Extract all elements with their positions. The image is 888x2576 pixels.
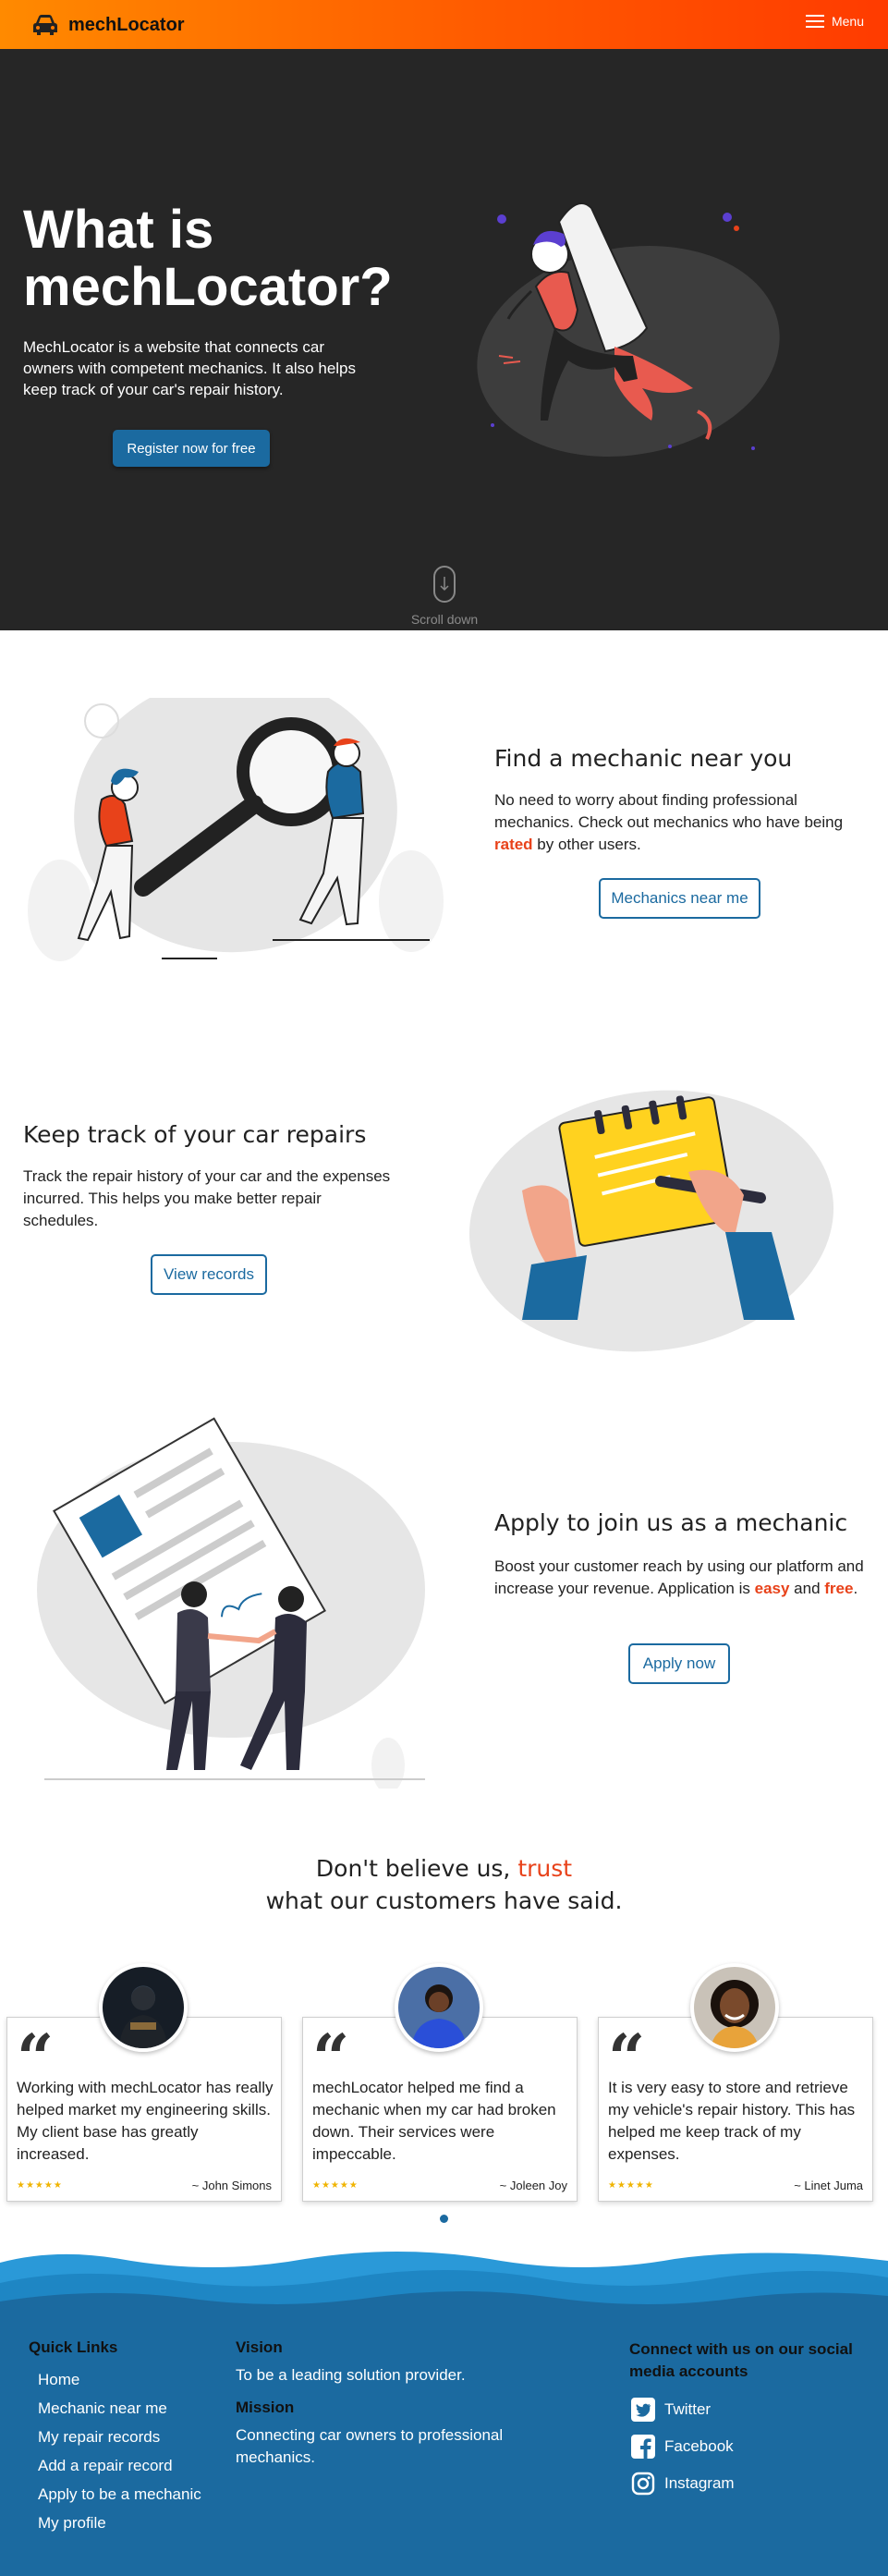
apply-now-button[interactable]: Apply now xyxy=(628,1643,730,1684)
find-heading: Find a mechanic near you xyxy=(494,745,793,772)
testimonial-author: ~ Linet Juma xyxy=(794,2179,863,2192)
twitter-link[interactable]: Twitter xyxy=(631,2398,735,2422)
scroll-down-label: Scroll down xyxy=(410,612,479,627)
register-button[interactable]: Register now for free xyxy=(113,430,270,467)
testimonials-heading-start: Don't believe us, xyxy=(315,1855,518,1882)
avatar xyxy=(690,1963,779,2052)
hero-description: MechLocator is a website that connects c… xyxy=(23,338,357,398)
instagram-icon xyxy=(631,2472,655,2496)
track-text: Track the repair history of your car and… xyxy=(23,1167,391,1229)
footer-link-my-repair-records[interactable]: My repair records xyxy=(38,2428,201,2447)
footer-link-home[interactable]: Home xyxy=(38,2371,201,2389)
find-text-start: No need to worry about finding professio… xyxy=(494,791,844,831)
social-title: Connect with us on our social media acco… xyxy=(629,2340,853,2380)
scroll-down-button[interactable] xyxy=(433,566,456,603)
testimonial-text: It is very easy to store and retrieve my… xyxy=(608,2079,856,2163)
footer-link-my-profile[interactable]: My profile xyxy=(38,2514,201,2533)
testimonial-author: ~ Joleen Joy xyxy=(499,2179,567,2192)
handshake-illustration xyxy=(37,1417,425,1789)
footer-link-mechanic-near-me[interactable]: Mechanic near me xyxy=(38,2399,201,2418)
mechanics-near-me-button[interactable]: Mechanics near me xyxy=(599,878,760,919)
mission-text: Connecting car owners to professional me… xyxy=(236,2426,504,2466)
apply-text-mid: and xyxy=(789,1580,825,1597)
quick-links-list: Home Mechanic near me My repair records … xyxy=(38,2371,201,2533)
rocket-illustration xyxy=(477,202,780,457)
track-heading: Keep track of your car repairs xyxy=(23,1121,367,1148)
person-photo xyxy=(119,1986,167,2048)
person-photo xyxy=(711,1980,759,2048)
notepad-illustration xyxy=(468,1090,834,1352)
vision-title: Vision xyxy=(236,2338,283,2356)
testimonial-text: mechLocator helped me find a mechanic wh… xyxy=(312,2079,556,2163)
facebook-link[interactable]: Facebook xyxy=(631,2435,735,2459)
avatar xyxy=(395,1963,483,2052)
social-links: Twitter Facebook Instagram xyxy=(631,2398,735,2496)
footer-link-apply-mechanic[interactable]: Apply to be a mechanic xyxy=(38,2485,201,2504)
star-rating: ★★★★★ xyxy=(17,2180,63,2191)
carousel-dot[interactable] xyxy=(440,2215,448,2223)
instagram-label: Instagram xyxy=(664,2474,735,2492)
find-text-highlight: rated xyxy=(494,836,533,853)
star-rating: ★★★★★ xyxy=(312,2180,359,2191)
avatar xyxy=(99,1963,188,2052)
facebook-icon xyxy=(631,2435,655,2459)
testimonials-heading: Don't believe us, trust what our custome… xyxy=(0,1852,888,1917)
search-illustration xyxy=(28,698,444,961)
menu-button[interactable]: Menu xyxy=(805,14,864,29)
hero-title-line2: mechLocator? xyxy=(23,257,393,317)
menu-label: Menu xyxy=(831,14,864,29)
mission-title: Mission xyxy=(236,2399,295,2416)
quick-links-title: Quick Links xyxy=(29,2338,118,2356)
testimonials-heading-trust: trust xyxy=(517,1855,573,1882)
brand-name: mechLocator xyxy=(68,14,185,35)
star-rating: ★★★★★ xyxy=(608,2180,654,2191)
footer-link-add-repair-record[interactable]: Add a repair record xyxy=(38,2457,201,2475)
apply-highlight-easy: easy xyxy=(754,1580,790,1597)
apply-text-end: . xyxy=(853,1580,858,1597)
instagram-link[interactable]: Instagram xyxy=(631,2472,735,2496)
find-text-end: by other users. xyxy=(532,836,641,853)
person-photo xyxy=(411,1984,467,2048)
navbar: mechLocator Menu xyxy=(0,0,888,49)
twitter-label: Twitter xyxy=(664,2400,712,2418)
twitter-icon xyxy=(631,2398,655,2422)
testimonial-author: ~ John Simons xyxy=(191,2179,272,2192)
arrow-down-icon xyxy=(440,577,449,592)
apply-text: Boost your customer reach by using our p… xyxy=(494,1556,873,1600)
view-records-button[interactable]: View records xyxy=(151,1254,267,1295)
apply-highlight-free: free xyxy=(824,1580,854,1597)
apply-heading: Apply to join us as a mechanic xyxy=(494,1509,848,1536)
car-icon xyxy=(33,15,57,35)
hero-title: What is mechLocator? xyxy=(23,201,430,316)
testimonials-heading-end: what our customers have said. xyxy=(265,1887,623,1914)
hamburger-icon xyxy=(805,15,824,28)
facebook-label: Facebook xyxy=(664,2437,734,2455)
brand-link[interactable]: mechLocator xyxy=(31,11,185,39)
testimonial-text: Working with mechLocator has really help… xyxy=(17,2079,274,2163)
find-text: No need to worry about finding professio… xyxy=(494,789,873,856)
vision-text: To be a leading solution provider. xyxy=(236,2366,466,2384)
hero-title-line1: What is xyxy=(23,200,214,260)
